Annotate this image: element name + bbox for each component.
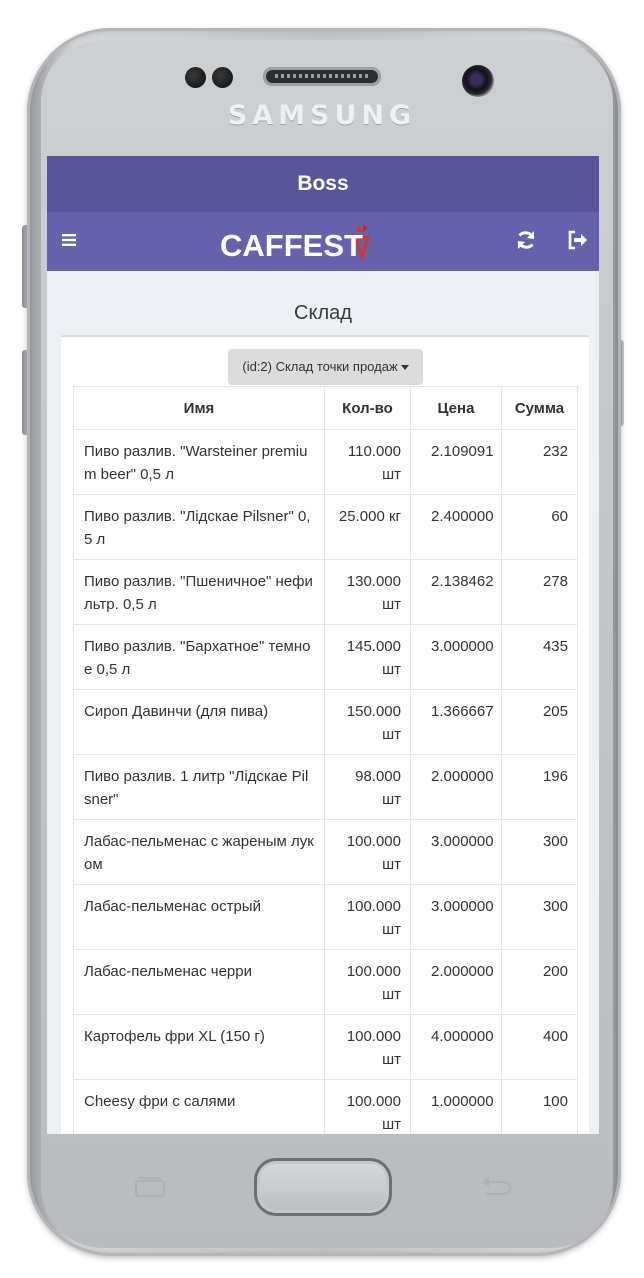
- cell-sum: 196: [501, 754, 578, 820]
- cell-name: Пиво разлив. "Бархатное" темное 0,5 л: [73, 624, 325, 690]
- cell-price: 2.000000: [410, 949, 502, 1015]
- cell-name: Лабас-пельменас острый: [73, 884, 325, 950]
- navbar: CAFFEST: [47, 212, 599, 271]
- cell-sum: 435: [501, 624, 578, 690]
- cell-sum: 278: [501, 559, 578, 625]
- cell-sum: 205: [501, 689, 578, 755]
- table-row: Пиво разлив. "Лідскае Pilsner" 0,5 л 25.0…: [73, 494, 578, 560]
- cell-name: Лабас-пельменас с жареным луком: [73, 819, 325, 885]
- cell-qty: 110.000 шт: [324, 429, 411, 495]
- cell-qty: 145.000 шт: [324, 624, 411, 690]
- table-row: Пиво разлив. "Warsteiner premium beer" 0…: [73, 429, 578, 495]
- table-header-row: Имя Кол-во Цена Сумма: [73, 386, 578, 430]
- cell-price: 2.138462: [410, 559, 502, 625]
- warehouse-panel: (id:2) Склад точки продаж Имя Кол-во Цен…: [61, 335, 589, 1134]
- cell-qty: 25.000 кг: [324, 494, 411, 560]
- cell-price: 1.366667: [410, 689, 502, 755]
- cell-name: Сироп Давинчи (для пива): [73, 689, 325, 755]
- cell-qty: 130.000 шт: [324, 559, 411, 625]
- cell-sum: 60: [501, 494, 578, 560]
- caret-down-icon: [400, 365, 409, 371]
- cell-qty: 100.000 шт: [324, 949, 411, 1015]
- page-title: Склад: [294, 302, 352, 324]
- cell-qty: 150.000 шт: [324, 689, 411, 755]
- cell-qty: 100.000 шт: [324, 819, 411, 885]
- header-title: Boss: [297, 172, 349, 195]
- cell-price: 3.000000: [410, 884, 502, 950]
- cell-sum: 200: [501, 949, 578, 1015]
- device-brand: SAMSUNG: [227, 100, 417, 131]
- earpiece-speaker: [263, 67, 381, 86]
- hamburger-icon[interactable]: [59, 228, 83, 252]
- warehouse-select[interactable]: (id:2) Склад точки продаж: [228, 349, 423, 385]
- caffest-logo: CAFFEST: [217, 222, 427, 264]
- warehouse-select-value: (id:2) Склад точки продаж: [242, 359, 398, 374]
- column-header-sum: Сумма: [501, 386, 578, 430]
- front-camera: [462, 65, 494, 97]
- cell-qty: 100.000 шт: [324, 1079, 411, 1134]
- cell-price: 3.000000: [410, 819, 502, 885]
- cell-sum: 300: [501, 884, 578, 950]
- recent-apps-icon[interactable]: [130, 1172, 170, 1202]
- refresh-icon[interactable]: [514, 228, 538, 252]
- table-row: Пиво разлив. 1 литр "Лідскае Pilsner" 98.…: [73, 754, 578, 820]
- stock-table: Имя Кол-во Цена Сумма Пиво разлив. "Wars…: [73, 386, 578, 1134]
- table-row: Лабас-пельменас с жареным луком 100.000 ш…: [73, 819, 578, 885]
- table-row: Картофель фри XL (150 г) 100.000 шт 4.0000…: [73, 1014, 578, 1080]
- table-row: Лабас-пельменас острый 100.000 шт 3.000000…: [73, 884, 578, 950]
- cell-price: 3.000000: [410, 624, 502, 690]
- cell-name: Лабас-пельменас черри: [73, 949, 325, 1015]
- table-row: Cheesy фри с салями 100.000 шт 1.000000 100: [73, 1079, 578, 1134]
- column-header-price: Цена: [410, 386, 502, 430]
- light-sensor: [212, 67, 233, 88]
- cell-name: Пиво разлив. "Пшеничное" нефильтр. 0,5 л: [73, 559, 325, 625]
- cell-sum: 100: [501, 1079, 578, 1134]
- cell-sum: 300: [501, 819, 578, 885]
- table-row: Лабас-пельменас черри 100.000 шт 2.000000 2…: [73, 949, 578, 1015]
- table-row: Сироп Давинчи (для пива) 150.000 шт 1.3666…: [73, 689, 578, 755]
- cell-price: 2.400000: [410, 494, 502, 560]
- cell-price: 1.000000: [410, 1079, 502, 1134]
- table-row: Пиво разлив. "Бархатное" темное 0,5 л 145…: [73, 624, 578, 690]
- cell-sum: 400: [501, 1014, 578, 1080]
- sign-out-icon[interactable]: [566, 228, 590, 252]
- column-header-qty: Кол-во: [324, 386, 411, 430]
- cell-price: 4.000000: [410, 1014, 502, 1080]
- cell-price: 2.000000: [410, 754, 502, 820]
- app-header: Boss: [47, 156, 599, 212]
- back-icon[interactable]: [476, 1172, 516, 1202]
- cell-name: Пиво разлив. 1 литр "Лідскае Pilsner": [73, 754, 325, 820]
- cell-name: Пиво разлив. "Warsteiner premium beer" 0…: [73, 429, 325, 495]
- cell-name: Cheesy фри с салями: [73, 1079, 325, 1134]
- cell-name: Пиво разлив. "Лідскае Pilsner" 0,5 л: [73, 494, 325, 560]
- home-button[interactable]: [254, 1158, 392, 1216]
- cell-name: Картофель фри XL (150 г): [73, 1014, 325, 1080]
- column-header-name: Имя: [73, 386, 325, 430]
- app-screen: Boss CAFFEST Склад (id:2) Склад точки пр…: [47, 156, 599, 1134]
- table-row: Пиво разлив. "Пшеничное" нефильтр. 0,5 л…: [73, 559, 578, 625]
- cell-qty: 98.000 шт: [324, 754, 411, 820]
- cell-sum: 232: [501, 429, 578, 495]
- cell-qty: 100.000 шт: [324, 884, 411, 950]
- proximity-sensor: [185, 67, 206, 88]
- logo-text: CAFFEST: [220, 228, 363, 263]
- cell-price: 2.109091: [410, 429, 502, 495]
- cell-qty: 100.000 шт: [324, 1014, 411, 1080]
